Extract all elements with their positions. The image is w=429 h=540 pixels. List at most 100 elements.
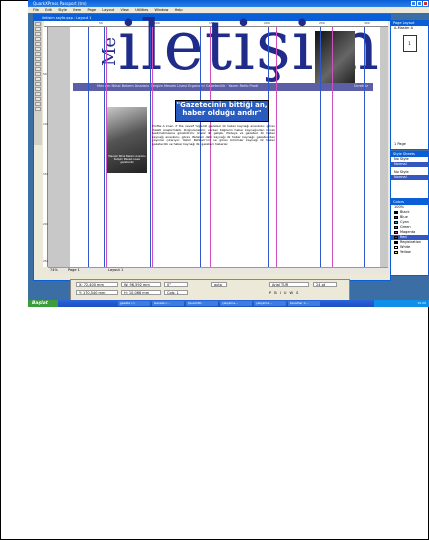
menu-edit[interactable]: Edit <box>45 7 52 13</box>
taskbar-button[interactable]: çalışılma... <box>254 301 286 306</box>
master-page-item[interactable]: A-Master A <box>391 26 428 31</box>
column-guide <box>210 27 211 267</box>
color-label: Green <box>400 225 411 229</box>
colors-panel: Colors 100% Black Blue Cyan Green Magent… <box>390 199 429 276</box>
ruler-tick: 50 <box>43 72 47 76</box>
page-count: 1 Page <box>394 142 406 146</box>
column-guide <box>268 27 269 267</box>
color-swatch-white <box>394 245 398 249</box>
page-layout-panel: Page Layout A-Master A 1 1 Page <box>390 20 429 150</box>
line-tool[interactable] <box>35 67 41 71</box>
pan-tool[interactable] <box>35 107 41 111</box>
color-swatch-red <box>394 235 398 239</box>
clock: 15:20 <box>417 301 426 305</box>
color-label: Yellow <box>400 250 411 254</box>
taskbar-button[interactable]: Karalhar C... <box>288 301 320 306</box>
taskbar-button[interactable]: çalışılma... <box>220 301 252 306</box>
color-label: Registration <box>400 240 422 244</box>
nav-strip-right: Ücretsiz <box>353 84 368 88</box>
document-page[interactable]: Me iletişim Mevsim Nihal Bekem Anadolu İ… <box>70 13 380 267</box>
app-title: QuarkXPress Passport (tm) <box>33 1 87 6</box>
masthead[interactable]: Me iletişim <box>73 13 379 83</box>
style-item-selected[interactable]: Normal <box>391 162 428 167</box>
maximize-button[interactable] <box>417 1 422 6</box>
pasteboard[interactable]: Me iletişim Mevsim Nihal Bekem Anadolu İ… <box>48 13 388 267</box>
tools-palette <box>34 21 42 145</box>
content-tool[interactable] <box>35 27 41 31</box>
color-label: Blue <box>400 215 408 219</box>
minimize-button[interactable] <box>411 1 416 6</box>
windows-taskbar: Başlat gazete c:\ Gazete c... QuarkXP...… <box>28 300 429 307</box>
color-swatch-yellow <box>394 250 398 254</box>
color-label: Red <box>400 235 407 239</box>
linking-tool[interactable] <box>35 82 41 86</box>
color-label: Magenta <box>400 230 416 234</box>
style-sheets-panel: Style Sheets No Style Normal No Style No… <box>390 151 429 199</box>
rect-box-tool[interactable] <box>35 52 41 56</box>
taskbar-button[interactable]: gazete c:\ <box>118 301 150 306</box>
h-field[interactable]: H: 10,066 mm <box>121 290 161 295</box>
font-size-select[interactable]: 24 pt <box>313 282 337 287</box>
table-tool[interactable] <box>35 92 41 96</box>
picture-box-tool[interactable] <box>35 47 41 51</box>
color-swatch-black <box>394 210 398 214</box>
column-guide <box>104 27 105 267</box>
headline-line1: "Gazetecinin bittiği an, <box>176 101 268 109</box>
font-select[interactable]: Arial TUR <box>269 282 309 287</box>
column-guide <box>364 27 365 267</box>
leading-field[interactable]: auto <box>211 282 227 287</box>
angle-field[interactable]: 0° <box>164 282 188 287</box>
menu-layout[interactable]: Layout <box>102 7 114 13</box>
column-guide <box>320 27 321 267</box>
page-thumbnail[interactable]: 1 <box>402 35 417 52</box>
column-guide <box>152 27 153 267</box>
document-window: iletisim sayfa.qxp : Layout 1 50 100 150… <box>33 13 391 281</box>
color-swatch-registration <box>394 240 398 244</box>
scissors-tool[interactable] <box>35 97 41 101</box>
close-button[interactable] <box>423 1 428 6</box>
start-button[interactable]: Başlat <box>28 300 58 307</box>
masthead-photo[interactable] <box>315 31 355 83</box>
text-path-tool[interactable] <box>35 77 41 81</box>
oval-box-tool[interactable] <box>35 57 41 61</box>
text-style-buttons[interactable]: P B I U W S <box>269 291 299 295</box>
menu-item[interactable]: Item <box>73 7 81 13</box>
zoom-tool[interactable] <box>35 37 41 41</box>
menu-style[interactable]: Style <box>58 7 67 13</box>
article-body[interactable]: Profile A knec, if the nevsif %ğlerizi g… <box>152 124 275 147</box>
color-item[interactable]: Yellow <box>391 250 428 255</box>
text-box-tool[interactable] <box>35 42 41 46</box>
rotate-tool[interactable] <box>35 32 41 36</box>
bezier-tool[interactable] <box>35 62 41 66</box>
ruler-tick: 50 <box>99 21 103 25</box>
headline-line2: haber olduğu andır" <box>182 109 262 117</box>
y-field[interactable]: Y: 170,540 mm <box>76 290 118 295</box>
app-titlebar: QuarkXPress Passport (tm) <box>28 0 429 7</box>
system-tray: 15:20 <box>374 300 429 307</box>
cols-field[interactable]: Cols: 1 <box>164 290 188 295</box>
zoom-field[interactable]: 74% <box>50 268 58 272</box>
w-field[interactable]: W: 96,592 mm <box>121 282 161 287</box>
nav-strip[interactable]: Mevsim Nihal Bekem Anadolu İletişim Mesl… <box>73 83 373 91</box>
column-guide <box>88 27 89 267</box>
orthogonal-line-tool[interactable] <box>35 72 41 76</box>
style-item-selected[interactable]: Normal <box>391 175 428 180</box>
menu-page[interactable]: Page <box>88 7 96 13</box>
screenshot: QuarkXPress Passport (tm) File Edit Styl… <box>28 0 429 307</box>
color-swatch-green <box>394 225 398 229</box>
color-label: White <box>400 245 411 249</box>
unlinking-tool[interactable] <box>35 87 41 91</box>
column-guide <box>150 27 151 267</box>
headline-box[interactable]: "Gazetecinin bittiği an, haber olduğu an… <box>175 100 269 122</box>
color-swatch-cyan <box>394 220 398 224</box>
page-field[interactable]: Page 1 <box>68 268 80 272</box>
item-tool[interactable] <box>35 22 41 26</box>
menu-file[interactable]: File <box>33 7 39 13</box>
page-status-bar: 74% Page 1 Layout 1 <box>48 267 388 274</box>
starburst-tool[interactable] <box>35 102 41 106</box>
taskbar-button[interactable]: QuarkXP... <box>186 301 218 306</box>
taskbar-button[interactable]: Gazete c... <box>152 301 184 306</box>
layout-tab[interactable]: Layout 1 <box>108 268 123 272</box>
x-field[interactable]: X: 72,400 mm <box>76 282 118 287</box>
column-guide <box>200 27 201 267</box>
